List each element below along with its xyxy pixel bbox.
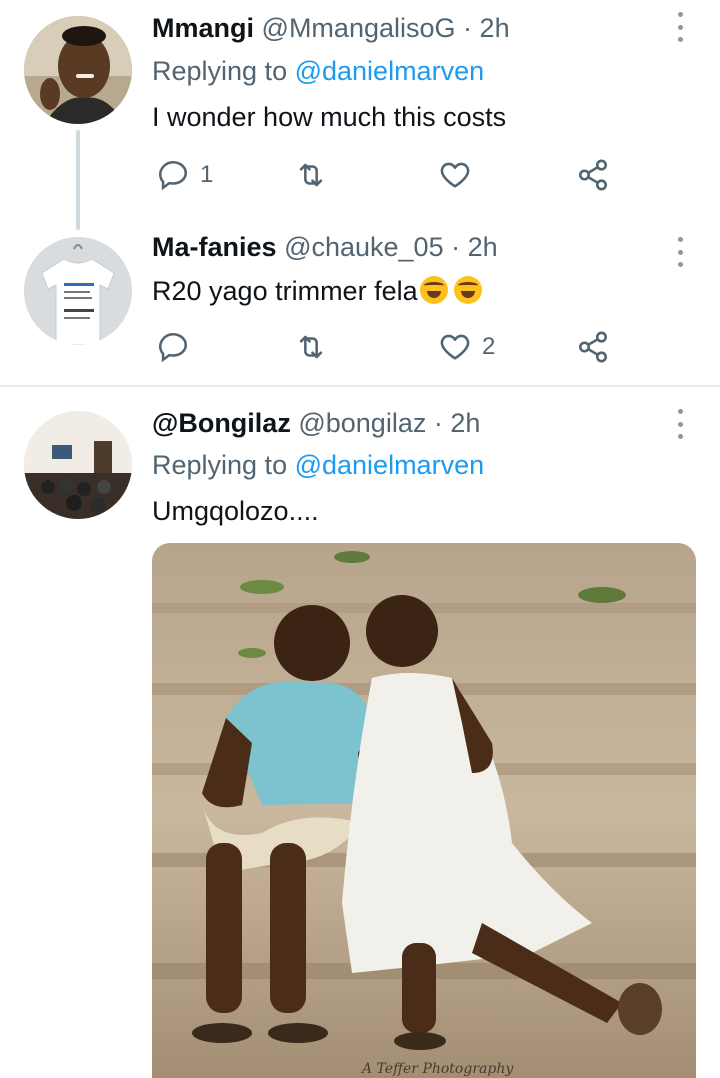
tweet-ma-fanies[interactable]: Ma-fanies @chauke_05 · 2h R20 yago trimm… [0,215,720,385]
user-handle[interactable]: @chauke_05 [284,232,444,262]
more-icon[interactable] [672,237,688,267]
replying-prefix: Replying to [152,56,295,86]
tweet-header: Mmangi @MmangalisoG · 2h [152,12,510,44]
laughing-emoji-icon [453,276,482,304]
photo-watermark: A Teffer Photography [360,1061,514,1077]
retweet-icon [299,335,323,359]
display-name[interactable]: Ma-fanies [152,232,277,262]
mention-link[interactable]: @danielmarven [295,450,485,480]
reply-count: 1 [200,161,214,188]
reply-icon [158,332,188,363]
like-count: 2 [482,333,496,360]
separator-dot: · [451,232,461,262]
avatar[interactable] [24,237,132,345]
timestamp[interactable]: 2h [480,13,510,43]
reply-button[interactable]: 1 [156,155,213,195]
like-icon [440,162,470,188]
user-handle[interactable]: @MmangalisoG [262,13,456,43]
tweet-text: I wonder how much this costs [152,102,507,132]
tweet-header: @Bongilaz @bongilaz · 2h [152,407,480,439]
like-button[interactable] [438,155,482,195]
share-icon [578,159,608,191]
separator-dot: · [433,408,443,438]
retweet-button[interactable] [294,327,338,367]
tweet-media-photo[interactable]: A Teffer Photography [152,543,696,1078]
share-button[interactable] [576,327,610,367]
timestamp[interactable]: 2h [450,408,480,438]
action-bar: 1 [152,155,632,195]
more-icon[interactable] [672,409,688,439]
action-bar: 2 [152,327,632,367]
tweet-mmangi[interactable]: Mmangi @MmangalisoG · 2h Replying to @da… [0,0,720,230]
like-icon [440,334,470,360]
replying-to: Replying to @danielmarven [152,55,484,87]
tweet-text: R20 yago trimmer fela [152,275,482,307]
share-icon [578,331,608,363]
more-icon[interactable] [672,12,688,42]
tweet-header: Ma-fanies @chauke_05 · 2h [152,231,498,263]
reply-button[interactable] [156,327,200,367]
display-name[interactable]: @Bongilaz [152,408,291,438]
avatar[interactable] [24,411,132,519]
retweet-button[interactable] [294,155,338,195]
display-name[interactable]: Mmangi [152,13,254,43]
mention-link[interactable]: @danielmarven [295,56,485,86]
separator-dot: · [463,13,473,43]
tweet-text-content: R20 yago trimmer fela [152,276,418,306]
replying-prefix: Replying to [152,450,295,480]
reply-icon [158,160,188,191]
timestamp[interactable]: 2h [468,232,498,262]
retweet-icon [299,163,323,187]
laughing-emoji-icon [419,276,448,304]
user-handle[interactable]: @bongilaz [298,408,426,438]
share-button[interactable] [576,155,610,195]
like-button[interactable]: 2 [438,327,495,367]
avatar[interactable] [24,16,132,124]
replying-to: Replying to @danielmarven [152,449,484,481]
tweet-text: Umgqolozo.... [152,496,319,526]
